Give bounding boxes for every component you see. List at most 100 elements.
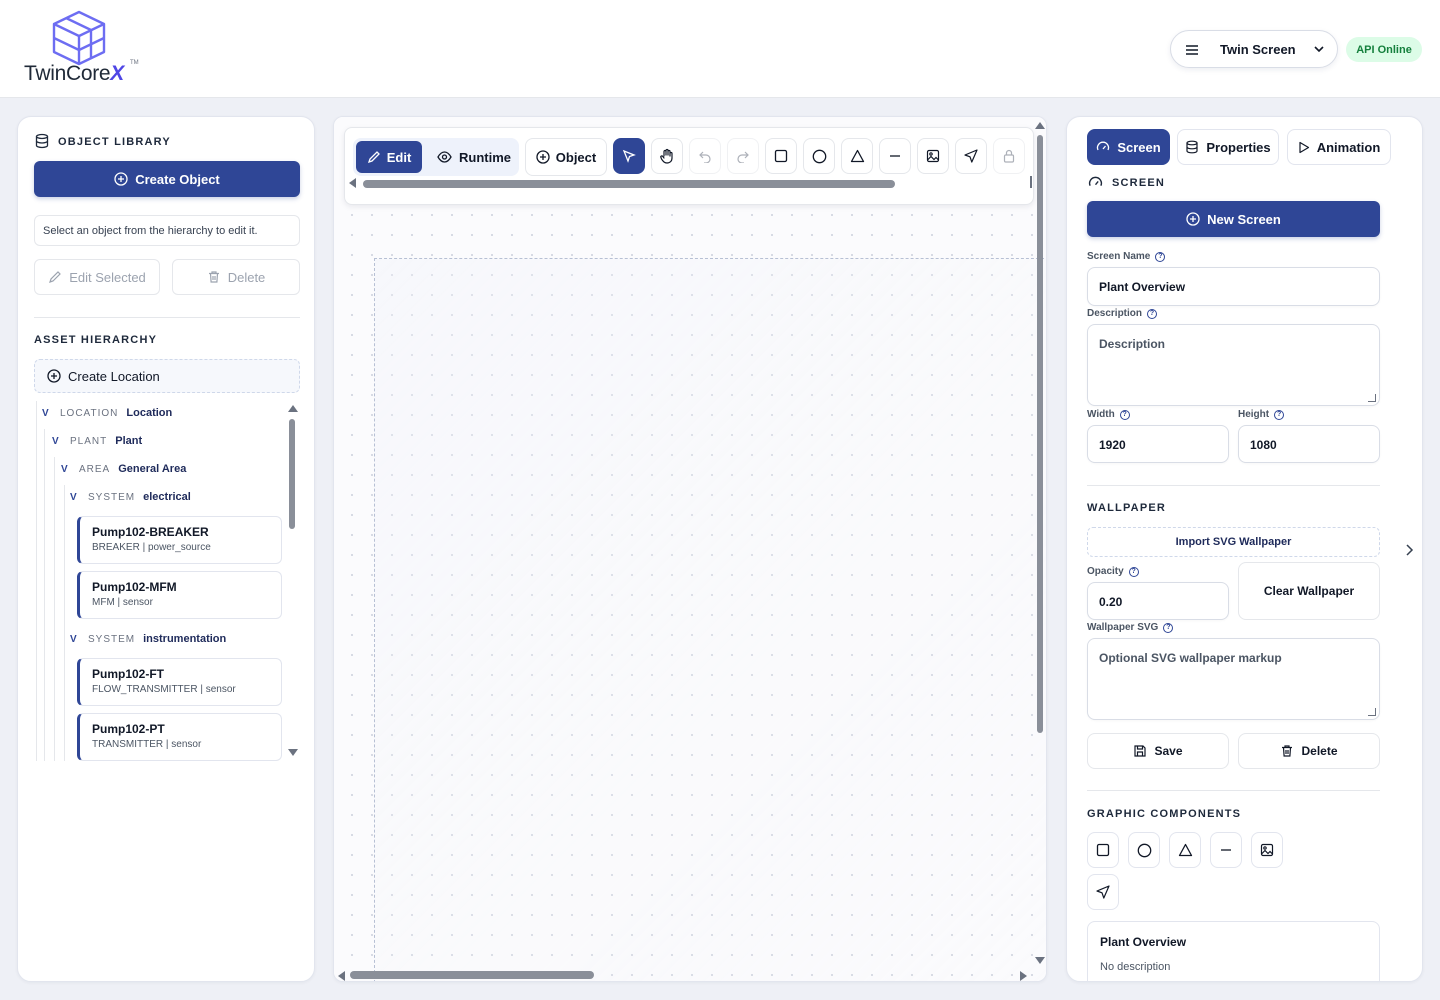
asset-card[interactable]: Pump102-PT TRANSMITTER | sensor	[77, 713, 282, 761]
add-object-button[interactable]: Object	[525, 138, 607, 176]
description-textarea[interactable]: Description	[1087, 324, 1380, 406]
canvas-scroll-right[interactable]	[1020, 971, 1027, 981]
create-location-label: Create Location	[68, 368, 160, 384]
gauge-icon	[1097, 141, 1110, 151]
component-triangle-button[interactable]	[1169, 832, 1201, 868]
tree-guide	[36, 401, 37, 761]
height-input[interactable]: 1080	[1238, 425, 1380, 463]
canvas-scroll-left[interactable]	[338, 971, 345, 981]
undo-button[interactable]	[689, 138, 721, 174]
plus-circle-icon	[114, 172, 128, 186]
line-tool-button[interactable]	[879, 138, 911, 174]
edit-selected-label: Edit Selected	[69, 269, 146, 285]
rectangle-tool-button[interactable]	[765, 138, 797, 174]
help-icon[interactable]: ?	[1147, 308, 1158, 319]
tree-node-system-electrical[interactable]: V SYSTEM electrical	[70, 491, 191, 503]
asset-card[interactable]: Pump102-FT FLOW_TRANSMITTER | sensor	[77, 658, 282, 706]
tab-properties-label: Properties	[1206, 139, 1271, 155]
trash-icon	[208, 271, 219, 283]
redo-button[interactable]	[727, 138, 759, 174]
image-icon	[1260, 843, 1274, 857]
asset-card[interactable]: Pump102-BREAKER BREAKER | power_source	[77, 516, 282, 564]
select-tool-button[interactable]	[613, 138, 645, 174]
edit-mode-button[interactable]: Edit	[356, 141, 422, 173]
tree-node-plant[interactable]: V PLANT Plant	[52, 435, 142, 447]
resize-handle[interactable]	[1368, 708, 1376, 716]
hand-icon	[660, 148, 673, 164]
triangle-tool-button[interactable]	[841, 138, 873, 174]
runtime-mode-button[interactable]: Runtime	[431, 141, 517, 173]
triangle-icon	[850, 149, 864, 163]
help-icon[interactable]: ?	[1163, 622, 1174, 633]
divider	[1087, 485, 1380, 486]
help-icon[interactable]: ?	[1274, 409, 1285, 420]
triangle-icon	[1178, 843, 1192, 857]
tree-guide	[54, 457, 55, 761]
create-object-label: Create Object	[135, 171, 220, 187]
tree-node-system-instrumentation[interactable]: V SYSTEM instrumentation	[70, 633, 226, 645]
canvas-scroll-down[interactable]	[1035, 957, 1045, 964]
chevron-right-icon[interactable]	[1404, 543, 1414, 557]
pan-tool-button[interactable]	[651, 138, 683, 174]
expand-toggle[interactable]: V	[42, 408, 52, 419]
description-label: Description?	[1087, 308, 1158, 319]
screen-name-input[interactable]: Plant Overview	[1087, 267, 1380, 306]
delete-screen-button[interactable]: Delete	[1238, 733, 1380, 769]
scroll-down-arrow[interactable]	[288, 749, 298, 756]
toolbar-scrollbar[interactable]	[363, 180, 895, 188]
tree-node-area[interactable]: V AREA General Area	[61, 463, 186, 475]
node-kind: SYSTEM	[88, 633, 136, 645]
save-icon	[1134, 745, 1147, 757]
tab-screen[interactable]: Screen	[1087, 129, 1170, 165]
tree-node-location[interactable]: V LOCATION Location	[42, 407, 172, 419]
expand-toggle[interactable]: V	[61, 464, 71, 475]
hierarchy-scrollbar[interactable]	[289, 419, 295, 529]
screen-card-description: No description	[1100, 961, 1171, 973]
canvas-horizontal-scrollbar[interactable]	[350, 971, 594, 979]
tab-animation[interactable]: Animation	[1287, 129, 1391, 165]
expand-toggle[interactable]: V	[70, 492, 80, 503]
opacity-input[interactable]: 0.20	[1087, 582, 1229, 620]
resize-handle[interactable]	[1368, 394, 1376, 402]
expand-toggle[interactable]: V	[52, 436, 62, 447]
new-screen-button[interactable]: New Screen	[1087, 201, 1380, 237]
node-name: Plant	[115, 435, 143, 447]
screen-selector[interactable]: Twin Screen	[1170, 30, 1338, 68]
help-icon[interactable]: ?	[1155, 251, 1166, 262]
plus-circle-icon	[1186, 212, 1200, 226]
chevron-down-icon	[1314, 46, 1324, 53]
help-icon[interactable]: ?	[1119, 409, 1130, 420]
lock-button[interactable]	[993, 138, 1025, 174]
divider	[34, 317, 300, 318]
line-icon	[890, 155, 900, 157]
description-placeholder: Description	[1099, 337, 1166, 351]
asset-subtitle: FLOW_TRANSMITTER | sensor	[92, 684, 236, 695]
component-image-button[interactable]	[1251, 832, 1283, 868]
component-line-button[interactable]	[1210, 832, 1242, 868]
clear-wallpaper-button[interactable]: Clear Wallpaper	[1238, 562, 1380, 620]
component-rectangle-button[interactable]	[1087, 832, 1119, 868]
screen-list-item[interactable]: Plant Overview No description	[1087, 921, 1380, 981]
canvas-vertical-scrollbar[interactable]	[1037, 135, 1043, 733]
component-circle-button[interactable]	[1128, 832, 1160, 868]
import-svg-wallpaper-button[interactable]: Import SVG Wallpaper	[1087, 527, 1380, 557]
create-location-button[interactable]: Create Location	[34, 359, 300, 393]
toolbar-scroll-left[interactable]	[349, 178, 356, 188]
navigate-tool-button[interactable]	[955, 138, 987, 174]
delete-object-button[interactable]: Delete	[172, 259, 300, 295]
asset-card[interactable]: Pump102-MFM MFM | sensor	[77, 571, 282, 619]
width-input[interactable]: 1920	[1087, 425, 1229, 463]
toolbar-scroll-right[interactable]	[1030, 176, 1032, 188]
canvas-scroll-up[interactable]	[1035, 122, 1045, 129]
help-icon[interactable]: ?	[1128, 566, 1139, 577]
save-screen-button[interactable]: Save	[1087, 733, 1229, 769]
edit-selected-button[interactable]: Edit Selected	[34, 259, 160, 295]
tab-properties[interactable]: Properties	[1177, 129, 1279, 165]
create-object-button[interactable]: Create Object	[34, 161, 300, 197]
expand-toggle[interactable]: V	[70, 634, 80, 645]
circle-tool-button[interactable]	[803, 138, 835, 174]
component-navigate-button[interactable]	[1087, 874, 1119, 910]
scroll-up-arrow[interactable]	[288, 405, 298, 412]
wallpaper-svg-textarea[interactable]: Optional SVG wallpaper markup	[1087, 638, 1380, 720]
image-tool-button[interactable]	[917, 138, 949, 174]
